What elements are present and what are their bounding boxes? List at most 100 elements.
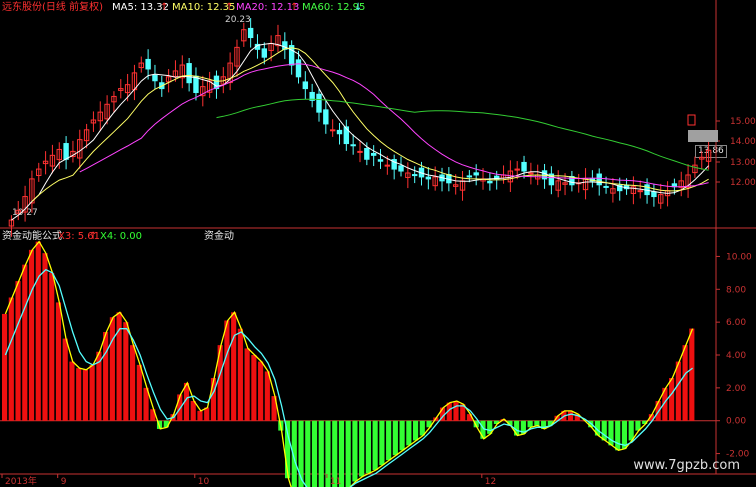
indicator-tick-label-3: 4.00 xyxy=(726,351,746,361)
indicator-bar xyxy=(55,302,62,421)
candle-body xyxy=(302,81,309,90)
candle-body xyxy=(377,159,384,162)
chart-stage[interactable]: 远东股份(日线 前复权) MA5: 13.32 ↑ MA10: 12.35 ↑ … xyxy=(0,0,756,487)
indicator-tick-label-5: 8.00 xyxy=(726,285,746,295)
ma5-line xyxy=(11,42,709,221)
indicator-bar xyxy=(258,361,264,421)
indicator-bar xyxy=(197,410,203,421)
indicator-bar xyxy=(675,361,681,421)
indicator-bar xyxy=(49,272,55,421)
candle-body xyxy=(425,176,432,180)
indicator-bar xyxy=(89,364,95,421)
candle-body xyxy=(370,152,377,156)
indicator-bar xyxy=(264,371,270,421)
indicator-bar xyxy=(682,345,688,421)
indicator-bar xyxy=(103,332,109,421)
indicator-bar xyxy=(386,420,392,461)
candle-body xyxy=(651,191,657,198)
indicator-bar xyxy=(251,355,257,421)
indicator-bar xyxy=(15,281,21,421)
indicator-bar xyxy=(2,313,8,421)
candle-body xyxy=(596,173,602,186)
candle-body xyxy=(186,63,192,84)
candle-body xyxy=(466,175,473,178)
candle-body xyxy=(316,93,322,113)
indicator-bar xyxy=(601,420,607,441)
candle-body xyxy=(329,129,336,132)
indicator-bar xyxy=(305,420,311,487)
last-candle xyxy=(687,114,696,126)
indicator-bar xyxy=(231,312,237,421)
indicator-tick-label-6: 10.00 xyxy=(726,252,752,262)
watermark-text: www.7gpzb.com xyxy=(633,458,740,473)
indicator-bar xyxy=(210,378,217,421)
indicator-bar xyxy=(69,361,75,421)
indicator-bar xyxy=(237,328,243,421)
price-tick-label-0: 12.00 xyxy=(730,178,756,188)
indicator-bar xyxy=(406,420,412,446)
candle-body xyxy=(411,174,418,177)
x-tick-label-3: 11 xyxy=(330,477,341,487)
indicator-bar xyxy=(399,420,405,451)
indicator-bar xyxy=(109,317,115,421)
indicator-bar xyxy=(318,420,324,487)
candle-body xyxy=(145,58,151,70)
indicator-bar xyxy=(365,420,371,474)
candle-body xyxy=(603,185,609,188)
indicator-bar xyxy=(527,420,533,428)
candle-body xyxy=(398,165,404,172)
ma60-line xyxy=(216,98,709,171)
candle-body xyxy=(152,74,158,82)
x-tick-label-4: 12 xyxy=(485,477,496,487)
indicator-bar xyxy=(615,420,621,451)
indicator-bar xyxy=(22,264,28,421)
candle-body xyxy=(336,129,343,135)
indicator-bar xyxy=(345,420,351,487)
indicator-bar xyxy=(8,297,14,421)
indicator-tick-label-1: 0.00 xyxy=(726,417,746,427)
indicator-bar xyxy=(224,320,230,421)
indicator-bar xyxy=(244,348,250,421)
indicator-bar xyxy=(608,420,614,446)
price-tick-label-1: 13.00 xyxy=(730,158,756,168)
candle-body xyxy=(364,148,370,160)
candle-body xyxy=(357,150,363,153)
x-tick-label-1: 9 xyxy=(61,477,67,487)
candle-body xyxy=(261,48,268,58)
candle-body xyxy=(487,180,493,184)
indicator-bar xyxy=(567,410,574,421)
candle-body xyxy=(637,190,643,193)
indicator-bar xyxy=(136,364,142,421)
candle-body xyxy=(521,161,527,172)
indicator-bar xyxy=(453,401,459,421)
indicator-bar xyxy=(669,378,675,421)
candle-body xyxy=(384,164,391,167)
indicator-bar xyxy=(352,420,358,482)
indicator-tick-label-4: 6.00 xyxy=(726,318,746,328)
indicator-bar xyxy=(190,401,196,421)
indicator-bar xyxy=(311,420,318,487)
indicator-bar xyxy=(379,420,385,466)
indicator-bar xyxy=(359,420,365,477)
stock-chart-svg[interactable]: 12.0013.0014.0015.00-2.000.002.004.006.0… xyxy=(0,0,756,487)
indicator-bar xyxy=(413,420,419,441)
indicator-bar xyxy=(628,420,634,441)
candle-body xyxy=(63,143,69,160)
candle-body xyxy=(323,109,329,125)
candle-body xyxy=(350,144,356,147)
price-tick-label-3: 15.00 xyxy=(730,117,756,127)
candle-body xyxy=(473,172,479,176)
indicator-tick-label-2: 2.00 xyxy=(726,384,746,394)
x-tick-label-0: 2013年 xyxy=(5,475,37,487)
indicator-bar xyxy=(123,322,129,421)
x-tick-label-2: 10 xyxy=(198,477,210,487)
indicator-bar xyxy=(655,401,661,421)
candle-body xyxy=(193,75,199,94)
candle-body xyxy=(528,172,534,175)
candle-body xyxy=(343,126,350,145)
indicator-bar xyxy=(534,420,540,426)
indicator-bar xyxy=(62,338,68,421)
indicator-bar xyxy=(42,253,48,421)
indicator-bar xyxy=(689,328,695,421)
indicator-bar xyxy=(28,249,35,421)
